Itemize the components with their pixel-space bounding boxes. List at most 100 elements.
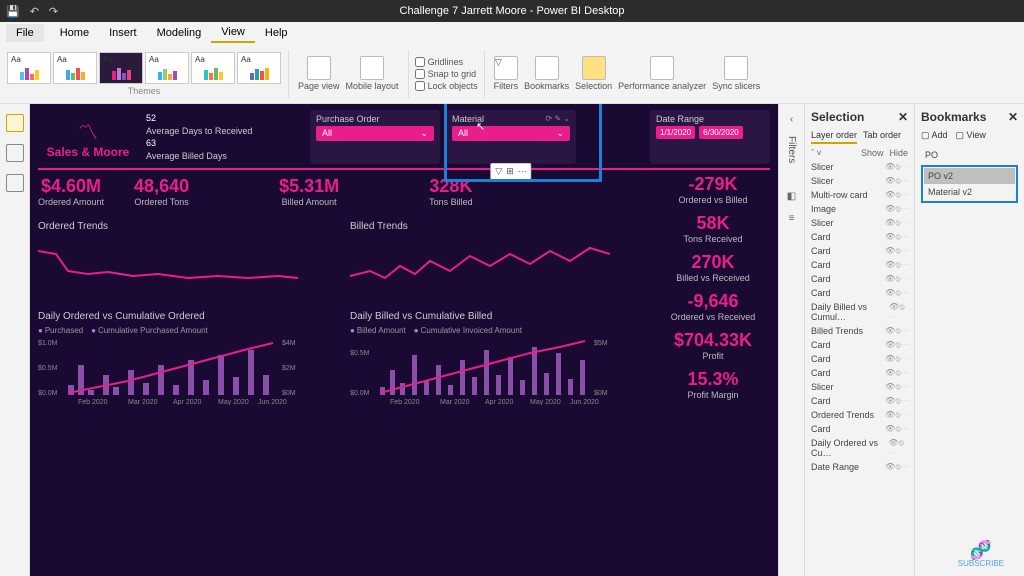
expand-icon[interactable]: ‹	[785, 114, 799, 128]
header-stats: 52 Average Days to Received 63 Average B…	[144, 110, 304, 164]
chart-daily-billed: Daily Billed vs Cumulative Billed Billed…	[350, 311, 610, 410]
window-title: Challenge 7 Jarrett Moore - Power BI Des…	[400, 5, 625, 17]
menu-help[interactable]: Help	[255, 24, 298, 42]
filters-pane-button[interactable]: ▽Filters	[494, 56, 519, 91]
close-icon[interactable]: ✕	[898, 110, 908, 124]
svg-text:Feb 2020: Feb 2020	[390, 399, 420, 405]
viz-icon[interactable]: ◧	[785, 191, 799, 205]
svg-text:Apr 2020: Apr 2020	[173, 399, 202, 405]
selection-item[interactable]: Billed Trends👁 ⦸ ⋯	[811, 324, 908, 338]
ribbon: Themes Page view Mobile layout Gridlines…	[0, 44, 1024, 104]
svg-text:$4M: $4M	[282, 340, 296, 347]
page-view-button[interactable]: Page view	[298, 56, 340, 91]
data-view-icon[interactable]	[6, 144, 24, 162]
selection-item[interactable]: Daily Ordered vs Cu…👁 ⦸ ⋯	[811, 436, 908, 460]
gridlines-checkbox[interactable]: Gridlines	[415, 57, 478, 67]
selection-item[interactable]: Card👁 ⦸ ⋯	[811, 366, 908, 380]
selection-item[interactable]: Image👁 ⦸ ⋯	[811, 202, 908, 216]
model-view-icon[interactable]	[6, 174, 24, 192]
bookmark-item[interactable]: Material v2	[924, 184, 1015, 200]
purchase-order-slicer[interactable]: Purchase Order All⌄	[310, 110, 440, 164]
selection-pane: Selection✕ Layer order Tab order ˆ ˅ Sho…	[804, 104, 914, 576]
svg-text:May 2020: May 2020	[218, 399, 249, 405]
material-slicer[interactable]: Material⟳ ✎ ⌄ All⌄ ▽⊞⋯ ↖	[446, 110, 576, 164]
sync-slicers-button[interactable]: Sync slicers	[712, 56, 760, 91]
theme-swatch-4[interactable]	[145, 52, 189, 84]
menu-insert[interactable]: Insert	[99, 24, 147, 42]
svg-text:$0M: $0M	[282, 390, 296, 397]
bookmark-view-button[interactable]: ▢ View	[956, 130, 986, 141]
nav-up-icon[interactable]: ˆ ˅	[811, 148, 822, 158]
chart-daily-ordered: Daily Ordered vs Cumulative Ordered Purc…	[38, 311, 298, 410]
svg-text:Jun 2020: Jun 2020	[258, 399, 287, 405]
svg-text:May 2020: May 2020	[530, 399, 561, 405]
mobile-layout-button[interactable]: Mobile layout	[346, 56, 399, 91]
bookmarks-pane-button[interactable]: Bookmarks	[524, 56, 569, 91]
svg-text:Apr 2020: Apr 2020	[485, 399, 514, 405]
lock-objects-checkbox[interactable]: Lock objects	[415, 81, 478, 91]
selection-item[interactable]: Card👁 ⦸ ⋯	[811, 244, 908, 258]
svg-text:$0.5M: $0.5M	[350, 350, 370, 357]
filters-pane-collapsed[interactable]: Filters	[786, 136, 797, 163]
brand-logo: 〽 Sales & Moore	[38, 110, 138, 164]
selection-pane-button[interactable]: Selection	[575, 56, 612, 91]
selection-item[interactable]: Card👁 ⦸ ⋯	[811, 422, 908, 436]
theme-swatch-1[interactable]	[7, 52, 51, 84]
selection-item[interactable]: Date Range👁 ⦸ ⋯	[811, 460, 908, 474]
svg-text:$1.0M: $1.0M	[38, 340, 58, 347]
selection-item[interactable]: Card👁 ⦸ ⋯	[811, 394, 908, 408]
svg-text:$5M: $5M	[594, 340, 608, 347]
menu-file[interactable]: File	[6, 24, 44, 42]
close-icon[interactable]: ✕	[1008, 110, 1018, 124]
redo-icon[interactable]: ↷	[49, 5, 58, 18]
selection-item[interactable]: Ordered Trends👁 ⦸ ⋯	[811, 408, 908, 422]
tab-tab-order[interactable]: Tab order	[863, 130, 901, 144]
svg-text:Mar 2020: Mar 2020	[128, 399, 158, 405]
bookmark-item[interactable]: PO	[921, 147, 1018, 163]
metric-ordered-tons: 48,640Ordered Tons	[134, 176, 189, 207]
theme-swatch-5[interactable]	[191, 52, 235, 84]
svg-text:$0.0M: $0.0M	[38, 390, 58, 397]
chevron-down-icon: ⌄	[556, 128, 564, 139]
selection-item[interactable]: Daily Billed vs Cumul…👁 ⦸ ⋯	[811, 300, 908, 324]
tab-layer-order[interactable]: Layer order	[811, 130, 857, 144]
selection-item[interactable]: Slicer👁 ⦸ ⋯	[811, 174, 908, 188]
report-canvas: 〽 Sales & Moore 52 Average Days to Recei…	[30, 104, 778, 576]
selection-item[interactable]: Card👁 ⦸ ⋯	[811, 258, 908, 272]
bookmark-add-button[interactable]: ▢ Add	[921, 130, 948, 141]
bookmark-item[interactable]: PO v2	[924, 168, 1015, 184]
selection-item[interactable]: Slicer👁 ⦸ ⋯	[811, 160, 908, 174]
theme-swatch-6[interactable]	[237, 52, 281, 84]
chart-billed-trends: Billed Trends	[350, 221, 610, 293]
selection-item[interactable]: Card👁 ⦸ ⋯	[811, 338, 908, 352]
snap-to-grid-checkbox[interactable]: Snap to grid	[415, 69, 478, 79]
divider	[38, 168, 770, 170]
undo-icon[interactable]: ↶	[30, 5, 39, 18]
ribbon-group-themes: Themes	[128, 86, 161, 96]
svg-text:Jun 2020: Jun 2020	[570, 399, 599, 405]
selection-item[interactable]: Multi-row card👁 ⦸ ⋯	[811, 188, 908, 202]
metric-billed-amount: $5.31MBilled Amount	[279, 176, 339, 207]
bookmarks-pane: Bookmarks✕ ▢ Add ▢ View PO PO v2 Materia…	[914, 104, 1024, 576]
performance-analyzer-button[interactable]: Performance analyzer	[618, 56, 706, 91]
svg-text:$0.5M: $0.5M	[38, 365, 58, 372]
theme-swatch-2[interactable]	[53, 52, 97, 84]
save-icon[interactable]: 💾	[6, 5, 20, 18]
report-view-icon[interactable]	[6, 114, 24, 132]
subscribe-watermark: 🧬 SUBSCRIBE	[958, 541, 1004, 568]
visual-toolbar[interactable]: ▽⊞⋯	[490, 163, 531, 180]
selection-item[interactable]: Card👁 ⦸ ⋯	[811, 230, 908, 244]
menu-home[interactable]: Home	[50, 24, 99, 42]
collapsed-panes: ‹ Filters ◧ ≡	[778, 104, 804, 576]
selection-item[interactable]: Card👁 ⦸ ⋯	[811, 272, 908, 286]
menu-view[interactable]: View	[211, 23, 255, 43]
menu-modeling[interactable]: Modeling	[147, 24, 212, 42]
theme-swatch-3[interactable]	[99, 52, 143, 84]
date-range-slicer[interactable]: Date Range 1/1/2020 6/30/2020	[650, 110, 770, 164]
selection-item[interactable]: Card👁 ⦸ ⋯	[811, 352, 908, 366]
selection-item[interactable]: Card👁 ⦸ ⋯	[811, 286, 908, 300]
title-bar: 💾 ↶ ↷ Challenge 7 Jarrett Moore - Power …	[0, 0, 1024, 22]
fields-icon[interactable]: ≡	[785, 213, 799, 227]
selection-item[interactable]: Slicer👁 ⦸ ⋯	[811, 216, 908, 230]
selection-item[interactable]: Slicer👁 ⦸ ⋯	[811, 380, 908, 394]
